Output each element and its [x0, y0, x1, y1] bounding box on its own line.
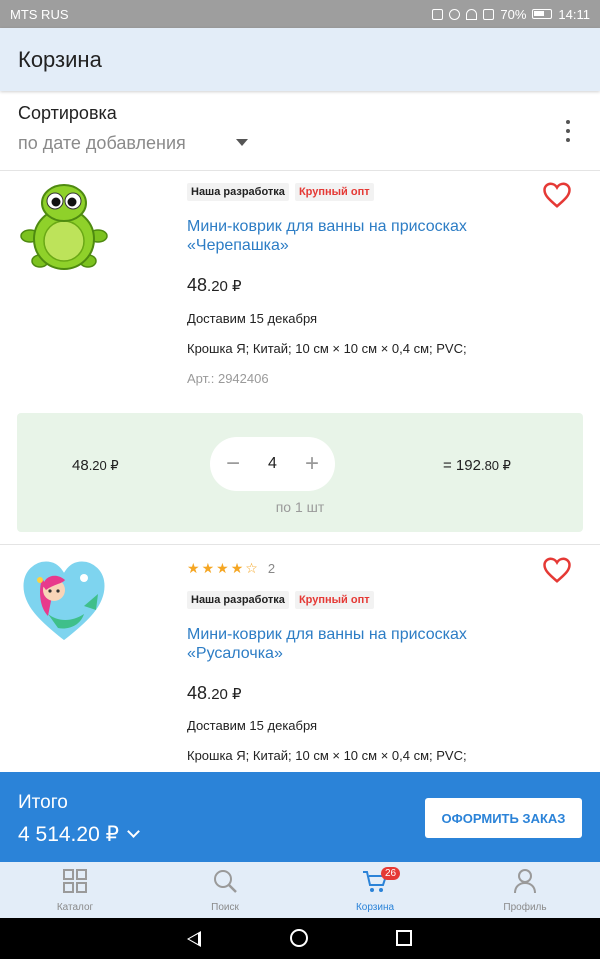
star-filled-icon: ★	[216, 560, 229, 576]
rating-count: 2	[267, 561, 276, 576]
vibrate-icon	[432, 8, 444, 20]
badge-own-development: Наша разработка	[187, 591, 289, 609]
status-bar: MTS RUS 70% 14:11	[0, 0, 600, 28]
item-total-price: = 192.80 ₽	[443, 457, 511, 474]
carrier-name: MTS RUS	[10, 6, 69, 22]
product-specs: Крошка Я; Китай; 10 см × 10 см × 0,4 см;…	[187, 748, 467, 763]
product-price: 48.20 ₽	[187, 275, 242, 296]
product-title-line: Мини-коврик для ванны на присосках	[187, 626, 467, 643]
badge-own-development: Наша разработка	[187, 183, 289, 201]
nav-label: Корзина	[355, 902, 395, 913]
page-title: Корзина	[18, 46, 102, 72]
battery-icon	[532, 9, 553, 19]
wifi-icon	[466, 8, 478, 20]
system-nav-bar	[0, 918, 600, 959]
product-title-line: «Черепашка»	[187, 237, 289, 254]
increase-button[interactable]: +	[303, 452, 321, 476]
badge-wholesale: Крупный опт	[294, 591, 374, 609]
price-integer: = 192	[443, 457, 481, 474]
per-unit-label: по 1 шт	[275, 499, 325, 515]
quantity-value[interactable]: 4	[268, 455, 277, 473]
nav-search[interactable]: Поиск	[150, 862, 300, 918]
sort-label: Сортировка	[18, 103, 117, 123]
search-icon	[214, 870, 237, 893]
chevron-down-icon[interactable]	[127, 825, 140, 838]
cart-item: Наша разработка Крупный опт Мини-коврик …	[0, 171, 600, 545]
star-empty-icon: ☆	[245, 560, 258, 576]
recent-apps-icon[interactable]	[396, 930, 412, 946]
star-filled-icon: ★	[201, 560, 215, 576]
badge-wholesale: Крупный опт	[294, 183, 374, 201]
delivery-date: Доставим 15 декабря	[187, 311, 318, 326]
nav-catalog[interactable]: Каталог	[0, 862, 150, 918]
nav-label: Профиль	[503, 902, 547, 913]
price-fraction: .20 ₽	[88, 458, 119, 473]
product-title-link[interactable]: Мини-коврик для ванны на присосках «Чере…	[187, 217, 507, 255]
decrease-button[interactable]: −	[224, 452, 242, 476]
delivery-date: Доставим 15 декабря	[187, 718, 318, 733]
nav-cart[interactable]: 26 Корзина	[300, 862, 450, 918]
grid-icon	[63, 869, 87, 893]
back-icon[interactable]	[187, 931, 201, 947]
clock: 14:11	[558, 6, 590, 22]
product-title-line: «Русалочка»	[187, 645, 283, 662]
nav-label: Каталог	[56, 902, 94, 913]
total-value[interactable]: 4 514.20 ₽	[18, 822, 140, 847]
rating: ★ ★ ★ ★ ☆ 2	[187, 560, 275, 577]
price-integer: 48	[72, 457, 89, 474]
total-amount: 4 514.20 ₽	[18, 823, 119, 846]
nav-profile[interactable]: Профиль	[450, 862, 600, 918]
dropdown-arrow-icon[interactable]	[236, 139, 248, 146]
quantity-panel: 48.20 ₽ − 4 + по 1 шт = 192.80 ₽	[17, 413, 583, 532]
eye-icon	[449, 8, 461, 20]
quantity-stepper: − 4 +	[210, 437, 335, 491]
order-total-bar: Итого 4 514.20 ₽ ОФОРМИТЬ ЗАКАЗ	[0, 772, 600, 862]
price-fraction: .80 ₽	[480, 458, 511, 473]
sort-dropdown[interactable]: по дате добавления	[18, 133, 186, 154]
sort-bar: Сортировка по дате добавления	[0, 91, 600, 171]
battery-percent: 70%	[500, 6, 527, 22]
signal-icon	[483, 8, 495, 20]
bottom-nav: Каталог Поиск 26 Корзина Профиль	[0, 862, 600, 918]
badges: Наша разработка Крупный опт	[187, 591, 374, 609]
favorite-heart-icon[interactable]	[542, 181, 572, 209]
total-label: Итого	[18, 792, 68, 813]
cart-count-badge: 26	[381, 867, 401, 880]
star-filled-icon: ★	[230, 560, 244, 576]
price-integer: 48	[187, 275, 208, 295]
mermaid-product-image[interactable]	[18, 556, 110, 648]
price-fraction: .20 ₽	[207, 686, 242, 703]
product-title-line: Мини-коврик для ванны на присосках	[187, 218, 467, 235]
status-icons: 70% 14:11	[432, 7, 590, 22]
product-specs: Крошка Я; Китай; 10 см × 10 см × 0,4 см;…	[187, 341, 467, 356]
article-number: Арт.: 2942406	[187, 371, 269, 386]
turtle-product-image[interactable]	[18, 181, 110, 273]
checkout-button[interactable]: ОФОРМИТЬ ЗАКАЗ	[425, 798, 582, 838]
badges: Наша разработка Крупный опт	[187, 183, 374, 201]
nav-label: Поиск	[211, 902, 239, 913]
favorite-heart-icon[interactable]	[542, 556, 572, 584]
price-fraction: .20 ₽	[207, 278, 242, 295]
product-price: 48.20 ₽	[187, 683, 242, 704]
cart-item: ★ ★ ★ ★ ☆ 2 Наша разработка Крупный опт …	[0, 546, 600, 776]
more-vertical-icon[interactable]	[560, 117, 576, 145]
product-title-link[interactable]: Мини-коврик для ванны на присосках «Руса…	[187, 625, 507, 663]
home-icon[interactable]	[290, 929, 308, 947]
star-filled-icon: ★	[187, 560, 200, 576]
unit-price: 48.20 ₽	[72, 457, 119, 474]
profile-icon	[514, 869, 536, 894]
app-bar: Корзина	[0, 28, 600, 91]
price-integer: 48	[187, 683, 208, 703]
